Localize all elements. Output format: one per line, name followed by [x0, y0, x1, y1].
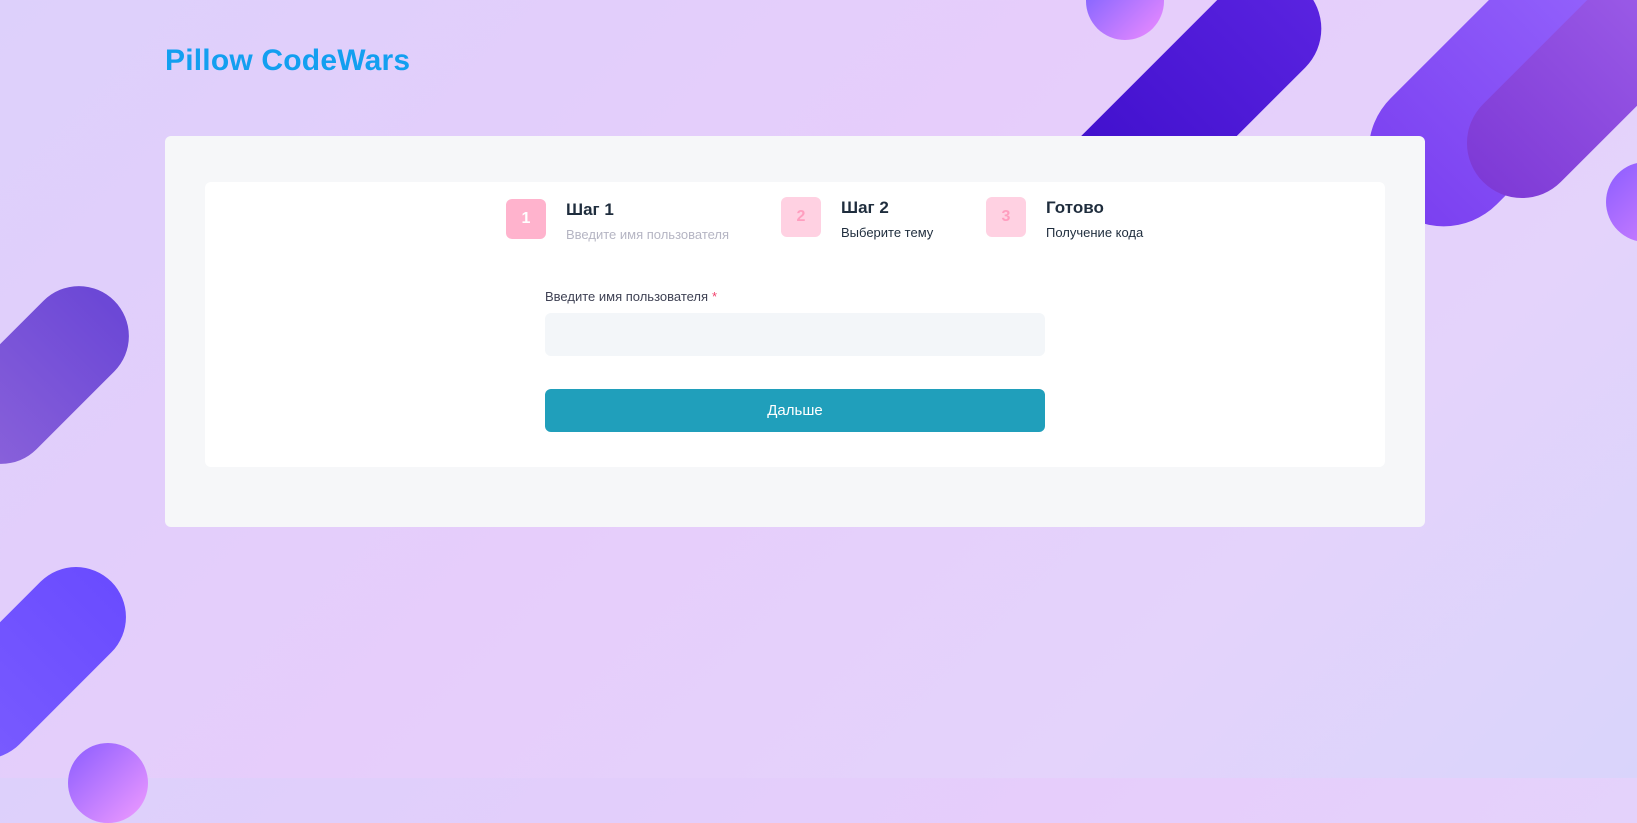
- step-1-number: 1: [506, 199, 546, 239]
- step-2-title: Шаг 2: [841, 198, 889, 217]
- username-input[interactable]: [545, 313, 1045, 356]
- username-label-text: Введите имя пользователя: [545, 289, 709, 304]
- decorative-circle: [1606, 162, 1637, 242]
- step-2-number: 2: [781, 197, 821, 237]
- decorative-shape: [0, 265, 150, 485]
- step-2[interactable]: 2 Шаг 2 Выберите тему: [781, 197, 933, 240]
- username-label: Введите имя пользователя *: [545, 289, 717, 304]
- step-3[interactable]: 3 Готово Получение кода: [986, 197, 1143, 240]
- wizard-card: 1 Шаг 1 Введите имя пользователя 2 Шаг 2…: [165, 136, 1425, 527]
- step-1-description: Введите имя пользователя: [566, 227, 730, 242]
- wizard-body: 1 Шаг 1 Введите имя пользователя 2 Шаг 2…: [205, 182, 1385, 467]
- step-2-description: Выберите тему: [841, 225, 934, 240]
- decorative-shape: [1444, 0, 1637, 221]
- required-marker: *: [712, 289, 718, 304]
- step-3-description: Получение кода: [1046, 225, 1144, 240]
- next-button[interactable]: Дальше: [545, 389, 1045, 432]
- decorative-shape: [0, 546, 147, 780]
- brand-logo[interactable]: Pillow CodeWars: [165, 44, 410, 78]
- step-3-title: Готово: [1046, 198, 1104, 217]
- step-3-number: 3: [986, 197, 1026, 237]
- step-1[interactable]: 1 Шаг 1 Введите имя пользователя: [506, 199, 729, 242]
- step-1-title: Шаг 1: [566, 200, 614, 219]
- decorative-circle: [68, 743, 148, 823]
- decorative-circle: [1086, 0, 1164, 40]
